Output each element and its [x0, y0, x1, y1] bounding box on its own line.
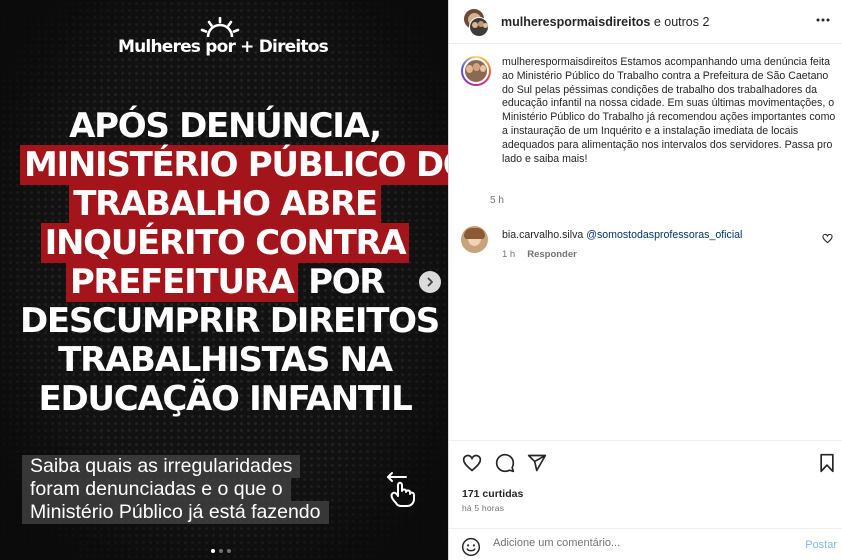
send-icon[interactable]	[527, 453, 547, 473]
headline-line: TRABALHISTAS NA	[58, 340, 393, 380]
post-timestamp: há 5 horas	[462, 503, 505, 513]
emoji-icon[interactable]	[461, 537, 481, 557]
media-caption-line: Ministério Público já está fazendo	[22, 501, 329, 524]
heart-icon[interactable]	[822, 233, 833, 244]
comment-timestamp[interactable]: 1 h	[502, 249, 515, 260]
post-actions: 171 curtidas há 5 horas Postar	[449, 440, 842, 560]
chevron-right-icon	[427, 277, 433, 287]
other-authors-link[interactable]: e outros 2	[650, 15, 710, 29]
carousel-dot	[211, 549, 215, 553]
post-panel: mulherespormaisdireitos e outros 2 mulhe…	[448, 0, 842, 560]
like-count[interactable]: 171 curtidas	[462, 488, 523, 500]
post-media[interactable]: Mulheres por + Direitos APÓS DENÚNCIA, M…	[0, 0, 448, 560]
avatar	[469, 17, 489, 37]
post-header: mulherespormaisdireitos e outros 2	[449, 0, 842, 44]
caption-text: mulherespormaisdireitos Estamos acompanh…	[502, 56, 842, 166]
more-icon[interactable]	[815, 12, 831, 28]
comment-mention-link[interactable]: @somostodasprofessoras_oficial	[586, 229, 742, 241]
headline-line-highlight: INQUÉRITO CONTRA	[40, 223, 410, 263]
reply-button[interactable]: Responder	[527, 249, 577, 260]
heart-icon[interactable]	[462, 453, 482, 473]
add-comment-bar: Postar	[449, 528, 842, 560]
caption-timestamp[interactable]: 5 h	[490, 195, 504, 206]
headline-line: EDUCAÇÃO INFANTIL	[38, 379, 413, 419]
brand-logo: Mulheres por + Direitos	[118, 17, 329, 61]
headline-line-highlight: MINISTÉRIO PÚBLICO DO	[20, 145, 448, 185]
headline: APÓS DENÚNCIA, MINISTÉRIO PÚBLICO DO TRA…	[20, 106, 448, 419]
post-authors[interactable]: mulherespormaisdireitos e outros 2	[501, 15, 709, 29]
media-caption-line: Saiba quais as irregularidades	[22, 455, 301, 478]
carousel-indicator	[211, 549, 231, 553]
author-username[interactable]: mulherespormaisdireitos	[501, 15, 650, 29]
collab-avatars[interactable]	[461, 8, 489, 37]
headline-line-highlight: PREFEITURA	[65, 262, 298, 302]
swipe-hand-icon	[387, 472, 415, 507]
carousel-dot	[219, 549, 223, 553]
comment-text: bia.carvalho.silva @somostodasprofessora…	[502, 229, 742, 241]
sun-logo-icon	[200, 17, 240, 38]
caption-username[interactable]: mulherespormaisdireitos	[502, 56, 617, 68]
avatar[interactable]	[461, 56, 491, 86]
avatar[interactable]	[461, 226, 488, 253]
headline-line: DESCUMPRIR DIREITOS	[20, 301, 440, 341]
caption-body: Estamos acompanhando uma denúncia feita …	[502, 56, 836, 165]
comment-input[interactable]	[493, 537, 783, 549]
bookmark-icon[interactable]	[818, 453, 836, 473]
post-button[interactable]: Postar	[805, 539, 837, 551]
comment-meta: 1 h Responder	[502, 249, 577, 260]
carousel-dot	[227, 549, 231, 553]
media-caption-line: foram denunciadas e o que o	[22, 478, 291, 501]
headline-line-highlight: TRABALHO ABRE	[69, 184, 381, 224]
comment-icon[interactable]	[495, 453, 515, 473]
next-slide-button[interactable]	[419, 271, 441, 293]
comment-username[interactable]: bia.carvalho.silva	[502, 229, 583, 241]
media-caption: Saiba quais as irregularidades foram den…	[22, 455, 364, 524]
headline-line: APÓS DENÚNCIA,	[69, 106, 382, 146]
brand-text: Mulheres por + Direitos	[118, 37, 329, 57]
headline-word: POR	[297, 262, 385, 302]
